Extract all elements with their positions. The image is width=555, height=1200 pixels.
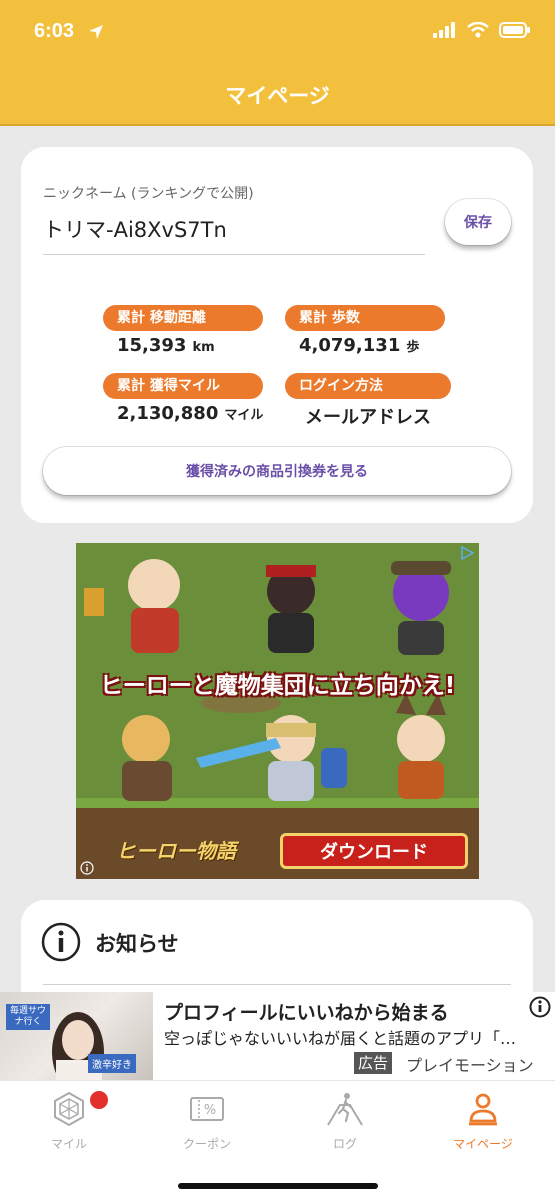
notice-divider (43, 984, 511, 985)
ad-game-logo: ヒーロー物語 (116, 839, 236, 863)
tab-label: クーポン (182, 1137, 231, 1151)
header: 6:03 マイページ (0, 0, 555, 126)
status-bar: 6:03 (0, 0, 555, 64)
info-icon[interactable] (80, 861, 94, 875)
stat-number: 4,079,131 (299, 335, 401, 356)
nickname-underline (43, 254, 425, 255)
status-time: 6:03 (34, 20, 75, 42)
ad-thumbnail-tag: 毎週サウナ行く (6, 1004, 50, 1030)
game-ad-banner[interactable]: ヒーローと魔物集団に立ち向かえ! ヒーロー物語 ダウンロード (76, 543, 479, 879)
ad-choices-icon[interactable] (459, 545, 475, 561)
advertiser-name: プレイモーション (406, 1056, 534, 1075)
hero-character-3 (391, 561, 451, 655)
cellular-signal-icon (433, 22, 455, 38)
notification-badge (90, 1091, 108, 1109)
stat-label-distance: 累計 移動距離 (103, 305, 263, 331)
stat-value-login-method: メールアドレス (305, 403, 431, 429)
ad-slogan: ヒーローと魔物集団に立ち向かえ! (99, 673, 456, 699)
stat-value-distance: 15,393 km (117, 335, 215, 356)
stat-unit: マイル (224, 408, 264, 423)
battery-icon (499, 22, 530, 38)
view-redeemed-coupons-button[interactable]: 獲得済みの商品引換券を見る (43, 447, 511, 495)
ad-thumbnail: 毎週サウナ行く 激辛好き (0, 992, 153, 1080)
tab-label: マイページ (453, 1137, 513, 1151)
profile-card: ニックネーム (ランキングで公開) トリマ-Ai8XvS7Tn 保存 累計 移動… (21, 147, 533, 523)
tab-label: マイル (50, 1137, 87, 1151)
log-walking-icon (327, 1093, 363, 1126)
tab-bar: マイル % クーポン ログ マイページ (0, 1080, 555, 1200)
stat-unit: 歩 (406, 340, 420, 355)
notice-title: お知らせ (95, 932, 179, 956)
stat-value-steps: 4,079,131 歩 (299, 335, 419, 356)
stat-label-login-method: ログイン方法 (285, 373, 451, 399)
ad-thumbnail-tag: 激辛好き (88, 1054, 136, 1073)
bottom-ad-text: 空っぽじゃないいいねが届くと話題のアプリ「… (164, 1029, 517, 1048)
location-arrow-icon (89, 25, 103, 39)
status-icons (433, 22, 531, 38)
stat-text: メールアドレス (305, 407, 431, 428)
tab-mypage[interactable]: マイページ (414, 1091, 552, 1171)
save-button[interactable]: 保存 (445, 199, 511, 245)
stat-number: 2,130,880 (117, 403, 219, 424)
wifi-icon (467, 22, 489, 38)
bottom-ad-banner[interactable]: 毎週サウナ行く 激辛好き プロフィールにいいねから始まる 空っぽじゃないいいねが… (0, 992, 555, 1080)
coupon-icon: % (190, 1097, 224, 1121)
nickname-input[interactable]: トリマ-Ai8XvS7Tn (43, 214, 227, 244)
person-icon (469, 1093, 497, 1126)
stat-unit: km (192, 340, 215, 355)
stat-number: 15,393 (117, 335, 187, 356)
bottom-ad-title: プロフィールにいいねから始まる (164, 1002, 449, 1024)
stat-value-miles: 2,130,880 マイル (117, 403, 263, 424)
info-icon[interactable] (529, 996, 551, 1018)
mile-hexagon-icon (54, 1091, 84, 1127)
stat-label-miles: 累計 獲得マイル (103, 373, 263, 399)
tab-log[interactable]: ログ (276, 1091, 414, 1171)
nickname-label: ニックネーム (ランキングで公開) (43, 186, 254, 202)
tab-mile[interactable]: マイル (0, 1091, 138, 1171)
page-title: マイページ (225, 84, 330, 108)
stat-label-steps: 累計 歩数 (285, 305, 445, 331)
ad-download-button[interactable]: ダウンロード (280, 833, 468, 869)
tab-coupon[interactable]: % クーポン (138, 1091, 276, 1171)
svg-text:%: % (204, 1103, 216, 1118)
home-indicator[interactable] (178, 1183, 378, 1189)
tab-label: ログ (332, 1137, 357, 1151)
ad-label: 広告 (354, 1052, 393, 1074)
info-circle-icon (41, 922, 81, 962)
ad-artwork (76, 543, 479, 879)
